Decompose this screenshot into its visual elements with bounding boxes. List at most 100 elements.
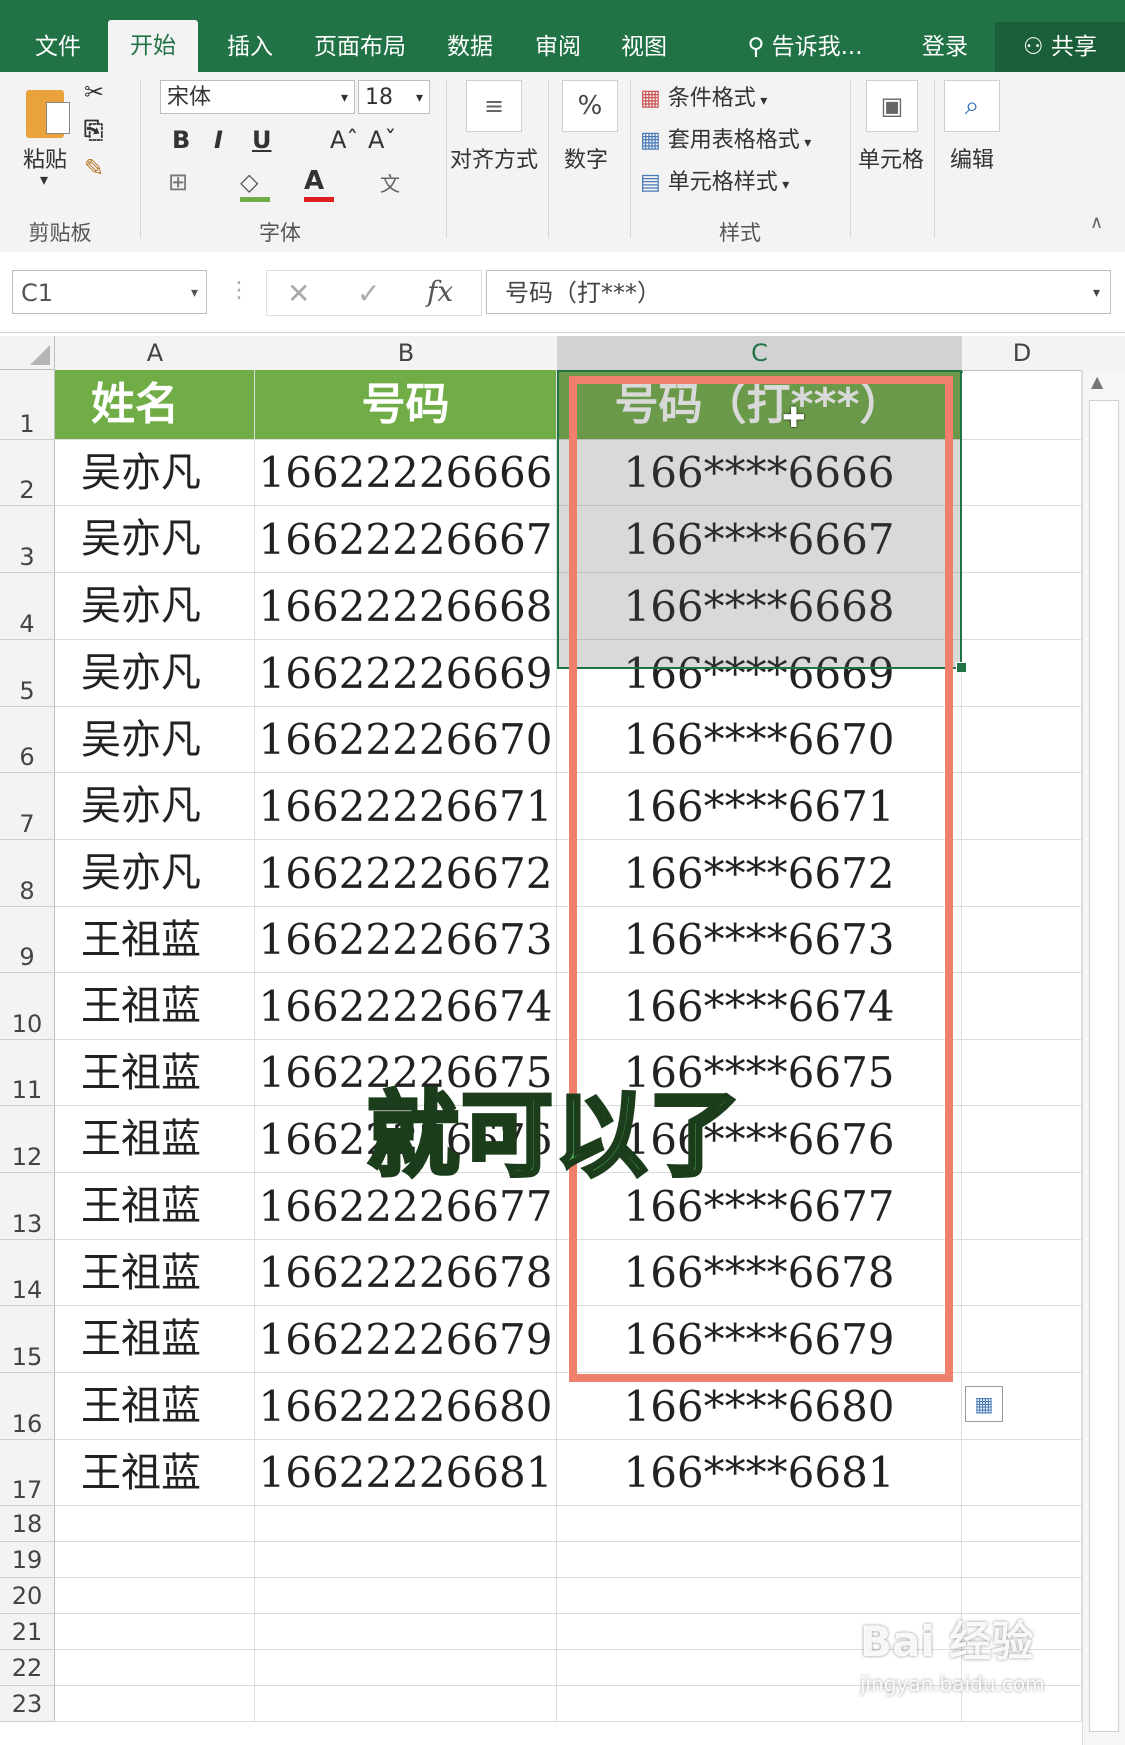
row-header-10[interactable]: 10 (0, 973, 55, 1040)
row-header-8[interactable]: 8 (0, 840, 55, 907)
scroll-up-icon[interactable]: ▲ (1091, 372, 1103, 391)
paste-button[interactable]: 粘贴 ▾ (18, 80, 78, 190)
empty-cell[interactable] (255, 1686, 557, 1722)
empty-cell[interactable] (962, 1542, 1082, 1578)
scrollbar-thumb[interactable] (1089, 400, 1119, 1732)
empty-cell[interactable] (55, 1686, 255, 1722)
table-cell[interactable]: 王祖蓝 (55, 973, 255, 1040)
fill-handle[interactable] (956, 662, 967, 673)
tab-view[interactable]: 视图 (606, 22, 682, 72)
font-name-select[interactable]: 宋体 ▾ (160, 80, 355, 114)
empty-cell[interactable] (557, 1506, 962, 1542)
table-cell[interactable]: 16622226669 (255, 640, 557, 707)
table-cell[interactable] (962, 640, 1082, 707)
row-header-2[interactable]: 2 (0, 440, 55, 506)
table-cell[interactable]: 王祖蓝 (55, 1373, 255, 1440)
grow-font-icon[interactable]: Aˆ (330, 126, 358, 154)
table-cell[interactable]: 王祖蓝 (55, 1106, 255, 1173)
row-header-22[interactable]: 22 (0, 1650, 55, 1686)
row-header-19[interactable]: 19 (0, 1542, 55, 1578)
row-header-21[interactable]: 21 (0, 1614, 55, 1650)
header-cell[interactable]: 姓名 (55, 370, 255, 440)
empty-cell[interactable] (962, 1506, 1082, 1542)
edit-button[interactable]: ⌕ 编辑 (940, 80, 1010, 200)
shrink-font-icon[interactable]: Aˇ (368, 126, 396, 154)
fill-color-icon[interactable]: ◇ (240, 168, 270, 202)
share-button[interactable]: ⚇ 共享 (995, 22, 1125, 72)
italic-icon[interactable]: I (214, 126, 223, 154)
table-cell[interactable]: 王祖蓝 (55, 1440, 255, 1506)
row-header-5[interactable]: 5 (0, 640, 55, 707)
table-cell[interactable] (962, 840, 1082, 907)
row-header-11[interactable]: 11 (0, 1040, 55, 1106)
quick-analysis-icon[interactable]: ▦ (965, 1386, 1003, 1422)
table-cell[interactable] (962, 707, 1082, 773)
row-header-17[interactable]: 17 (0, 1440, 55, 1506)
row-header-1[interactable]: 1 (0, 370, 55, 440)
tab-file[interactable]: 文件 (20, 22, 96, 72)
table-cell[interactable] (962, 907, 1082, 973)
table-cell[interactable]: 16622226670 (255, 707, 557, 773)
row-header-12[interactable]: 12 (0, 1106, 55, 1173)
format-painter-icon[interactable]: ✎ (84, 154, 104, 182)
table-cell[interactable]: 16622226678 (255, 1240, 557, 1306)
row-header-7[interactable]: 7 (0, 773, 55, 840)
vertical-scrollbar[interactable]: ▲ (1082, 370, 1125, 1745)
table-cell[interactable]: 16622226666 (255, 440, 557, 506)
tell-me-search[interactable]: ⚲ 告诉我... (740, 22, 870, 72)
row-header-20[interactable]: 20 (0, 1578, 55, 1614)
table-cell[interactable]: 16622226672 (255, 840, 557, 907)
header-cell[interactable]: 号码 (255, 370, 557, 440)
phonetic-icon[interactable]: 文 (380, 168, 400, 197)
alignment-button[interactable]: ≡ 对齐方式 (450, 80, 545, 200)
enter-icon[interactable]: ✓ (357, 277, 380, 310)
table-cell[interactable]: 吴亦凡 (55, 840, 255, 907)
table-cell[interactable]: 吴亦凡 (55, 573, 255, 640)
cut-icon[interactable]: ✂ (84, 78, 104, 106)
table-cell[interactable] (962, 1306, 1082, 1373)
table-cell[interactable]: 16622226680 (255, 1373, 557, 1440)
copy-icon[interactable]: ⎘ (84, 116, 103, 144)
cancel-icon[interactable]: ✕ (287, 277, 310, 310)
table-cell[interactable] (962, 506, 1082, 573)
table-cell[interactable]: 16622226681 (255, 1440, 557, 1506)
tab-home[interactable]: 开始 (108, 20, 198, 72)
font-size-select[interactable]: 18 ▾ (358, 80, 430, 114)
table-cell[interactable] (962, 973, 1082, 1040)
table-cell[interactable] (962, 773, 1082, 840)
tab-data[interactable]: 数据 (432, 22, 508, 72)
row-header-9[interactable]: 9 (0, 907, 55, 973)
row-header-4[interactable]: 4 (0, 573, 55, 640)
empty-cell[interactable] (962, 1578, 1082, 1614)
row-header-16[interactable]: 16 (0, 1373, 55, 1440)
table-cell[interactable]: 吴亦凡 (55, 640, 255, 707)
tab-page-layout[interactable]: 页面布局 (300, 22, 420, 72)
font-color-icon[interactable]: A (304, 166, 334, 202)
table-cell[interactable] (962, 1240, 1082, 1306)
tab-insert[interactable]: 插入 (212, 22, 288, 72)
empty-cell[interactable] (55, 1506, 255, 1542)
table-cell[interactable]: 王祖蓝 (55, 1240, 255, 1306)
column-header-c[interactable]: C (557, 336, 963, 373)
column-header-a[interactable]: A (55, 336, 256, 371)
underline-icon[interactable]: U (252, 126, 272, 154)
header-cell[interactable] (962, 370, 1082, 440)
empty-cell[interactable] (255, 1506, 557, 1542)
row-header-3[interactable]: 3 (0, 506, 55, 573)
table-cell[interactable]: 166****6680 (557, 1373, 962, 1440)
table-cell[interactable]: 王祖蓝 (55, 907, 255, 973)
empty-cell[interactable] (55, 1614, 255, 1650)
table-cell[interactable]: 王祖蓝 (55, 1040, 255, 1106)
table-cell[interactable] (962, 1040, 1082, 1106)
table-cell[interactable]: 166****6681 (557, 1440, 962, 1506)
table-cell[interactable] (962, 440, 1082, 506)
border-icon[interactable]: ⊞ (168, 168, 188, 196)
column-header-d[interactable]: D (962, 336, 1083, 371)
name-box[interactable]: C1 ▾ (12, 270, 207, 314)
empty-cell[interactable] (255, 1614, 557, 1650)
table-cell[interactable]: 16622226679 (255, 1306, 557, 1373)
table-cell[interactable] (962, 1440, 1082, 1506)
formula-input[interactable]: 号码（打***） ▾ (486, 270, 1111, 314)
number-format-button[interactable]: % 数字 (552, 80, 632, 200)
row-header-14[interactable]: 14 (0, 1240, 55, 1306)
